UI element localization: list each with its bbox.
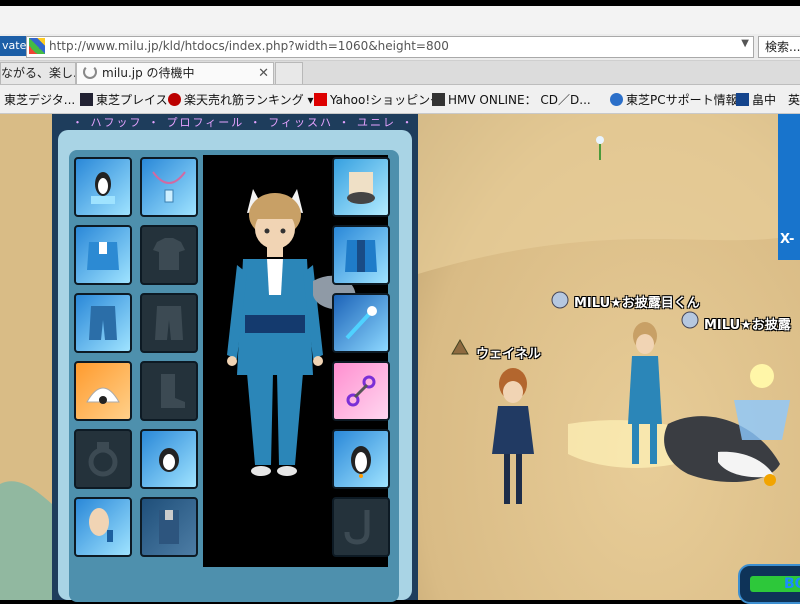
- address-row: vate http://www.milu.jp/kld/htdocs/index…: [0, 34, 800, 61]
- hook-placeholder-icon: [344, 510, 370, 545]
- equip-slot-empty-boots[interactable]: [140, 361, 198, 421]
- necklace-icon: [152, 171, 186, 203]
- equip-slot-earring[interactable]: [74, 497, 132, 557]
- favorite-link-5[interactable]: HMV ONLINE： CD／D...: [432, 91, 591, 108]
- nameplate-milu-2[interactable]: MILU★お披露: [704, 314, 791, 333]
- equip-slot-bracelet[interactable]: [140, 429, 198, 489]
- equip-slot-bottom[interactable]: [74, 293, 132, 353]
- loading-icon: [83, 65, 97, 79]
- equip-slot-head[interactable]: [74, 157, 132, 217]
- favorite-link-6[interactable]: 東芝PCサポート情報: [610, 91, 738, 108]
- site-icon: [736, 93, 749, 106]
- browser-title-bar: [0, 0, 800, 34]
- close-icon[interactable]: ✕: [258, 63, 269, 84]
- scissors-icon: [346, 375, 376, 407]
- backpack-icon: [347, 172, 375, 204]
- command-strip: [0, 6, 800, 34]
- hmv-icon: [432, 93, 445, 106]
- yahoo-icon: [314, 93, 327, 106]
- tab-label: ながる、楽し...: [1, 66, 75, 80]
- favorite-link-1[interactable]: 東芝デジタ...: [4, 91, 75, 108]
- new-tab-button[interactable]: [275, 62, 303, 84]
- nameplate-weinel[interactable]: ウェイネル: [476, 343, 541, 362]
- penguin-icon: [351, 446, 371, 478]
- ring-placeholder-icon: [88, 442, 118, 477]
- fav-label: 東芝デジタ...: [4, 93, 76, 107]
- favorite-link-2[interactable]: 東芝プレイス: [80, 91, 168, 108]
- equip-slot-pet[interactable]: [332, 429, 390, 489]
- ie-icon: [610, 93, 623, 106]
- site-favicon-icon: [29, 38, 45, 54]
- equip-slot-necklace[interactable]: [140, 157, 198, 217]
- penguin-bracelet-icon: [159, 448, 179, 472]
- rakuten-icon: [168, 93, 181, 106]
- equip-slot-empty-ring[interactable]: [74, 429, 132, 489]
- bottom-action-button[interactable]: BO: [738, 564, 800, 604]
- equip-slot-top[interactable]: [74, 225, 132, 285]
- fav-label: 畠中: [752, 93, 777, 107]
- penguin-hat-icon: [91, 172, 115, 204]
- wand-icon: [345, 306, 377, 340]
- pants-icon: [89, 306, 117, 340]
- chevron-down-icon[interactable]: ▼: [741, 38, 749, 49]
- fav-label: HMV ONLINE： CD／D...: [448, 93, 591, 107]
- pants-placeholder-icon: [155, 306, 183, 340]
- fav-label: 楽天売れ筋ランキング: [184, 93, 304, 107]
- fav-label: Yahoo!ショッピング: [330, 93, 443, 107]
- fav-label: 東芝プレイス: [96, 93, 168, 107]
- fav-label: 東芝PCサポート情報: [626, 93, 738, 107]
- side-blue-panel[interactable]: X-: [778, 114, 800, 260]
- inprivate-badge[interactable]: vate: [0, 36, 26, 56]
- equip-slot-accessory[interactable]: [332, 361, 390, 421]
- equip-slot-outfit[interactable]: [140, 497, 198, 557]
- equip-slot-weapon[interactable]: [332, 293, 390, 353]
- nameplate-milu-1[interactable]: MILU★お披露目くん: [574, 292, 700, 311]
- favorite-link-4[interactable]: Yahoo!ショッピング: [314, 91, 442, 108]
- boots-placeholder-icon: [161, 374, 185, 408]
- side-panel-label: X-: [780, 232, 795, 247]
- fav-label: 英: [788, 93, 800, 107]
- shirt-placeholder-icon: [153, 238, 185, 270]
- tab-row: ながる、楽し... milu.jp の待機中 ✕: [0, 61, 800, 85]
- equip-slot-back[interactable]: [332, 157, 390, 217]
- earring-icon: [89, 508, 113, 542]
- tab-label: milu.jp の待機中: [102, 66, 195, 80]
- bottom-button-label: BO: [784, 576, 800, 592]
- equip-slot-empty-pants[interactable]: [140, 293, 198, 353]
- shirt-icon: [87, 242, 119, 270]
- equip-slot-hat[interactable]: [74, 361, 132, 421]
- url-text[interactable]: http://www.milu.jp/kld/htdocs/index.php?…: [49, 39, 449, 53]
- tab-1[interactable]: ながる、楽し...: [0, 62, 76, 84]
- favorite-link-3[interactable]: 楽天売れ筋ランキング ▾: [168, 91, 314, 108]
- equip-slot-coat[interactable]: [332, 225, 390, 285]
- favorites-bar: 東芝デジタ... 東芝プレイス 楽天売れ筋ランキング ▾ Yahoo!ショッピン…: [0, 85, 800, 114]
- address-bar[interactable]: http://www.milu.jp/kld/htdocs/index.php?…: [26, 36, 754, 58]
- outfit-icon: [159, 510, 179, 544]
- equip-slot-empty-shirt[interactable]: [140, 225, 198, 285]
- equip-slot-empty-hook[interactable]: [332, 497, 390, 557]
- search-input[interactable]: 検索...: [758, 36, 800, 58]
- site-icon: [80, 93, 93, 106]
- favorite-link-8[interactable]: 英: [788, 91, 800, 108]
- tab-2[interactable]: milu.jp の待機中 ✕: [76, 62, 274, 84]
- coat-icon: [345, 240, 377, 272]
- panel-title: ・ ハフッフ ・ プロフィール ・ フィッスハ ・ ユニレ ・: [72, 116, 415, 129]
- igloo-icon: [86, 387, 120, 404]
- favorite-link-7[interactable]: 畠中: [736, 91, 776, 108]
